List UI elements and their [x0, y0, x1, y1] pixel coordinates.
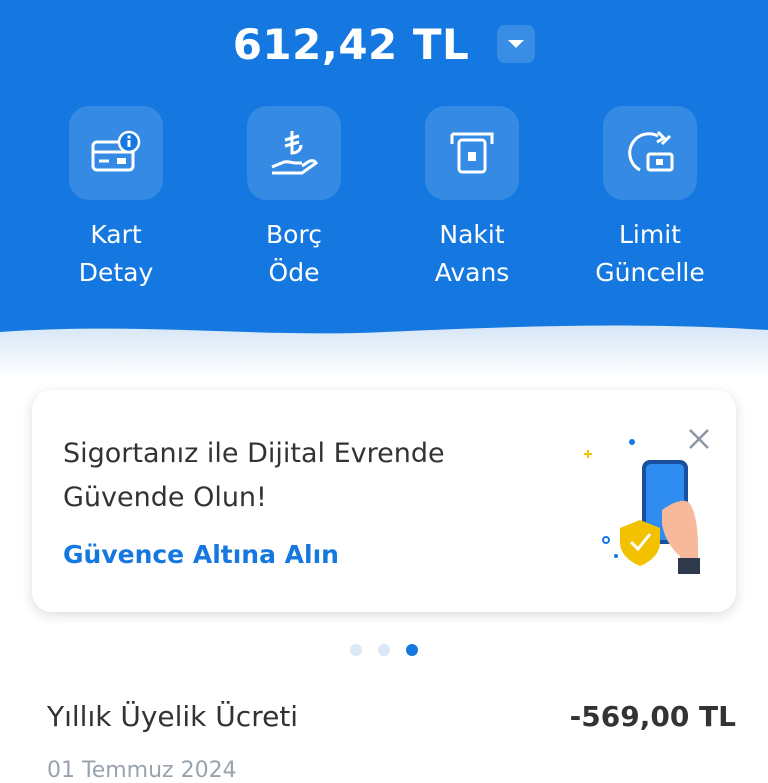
action-borc-ode[interactable]: Borç Öde: [209, 106, 379, 292]
action-label: Borç Öde: [266, 220, 322, 287]
lira-hand-icon: [271, 131, 319, 175]
action-tile[interactable]: [247, 106, 341, 200]
promo-link[interactable]: Güvence Altına Alın: [63, 540, 339, 569]
action-label: Nakit Avans: [434, 220, 510, 287]
atm-cash-icon: [450, 132, 494, 174]
carousel-indicator: [0, 644, 768, 656]
carousel-dot[interactable]: [378, 644, 390, 656]
phone-shield-illustration: [584, 439, 700, 574]
balance-amount: 612,42 TL: [232, 19, 470, 69]
chevron-down-icon: [508, 40, 525, 48]
action-tile[interactable]: [69, 106, 163, 200]
carousel-dot-active[interactable]: [406, 644, 418, 656]
header-wave: [0, 325, 768, 378]
balance-dropdown-button[interactable]: [497, 25, 536, 63]
promo-title: Sigortanız ile Dijital Evrende Güvende O…: [63, 438, 445, 513]
transaction-title: Yıllık Üyelik Ücreti: [47, 700, 299, 733]
transaction-amount: -569,00 TL: [569, 700, 736, 733]
action-nakit-avans[interactable]: Nakit Avans: [387, 106, 557, 292]
action-limit-guncelle[interactable]: Limit Güncelle: [565, 106, 735, 292]
card-info-icon: [91, 130, 141, 172]
balance-row: 612,42 TL: [0, 16, 768, 72]
promo-card[interactable]: Sigortanız ile Dijital Evrende Güvende O…: [32, 390, 736, 612]
carousel-dot[interactable]: [350, 644, 362, 656]
action-label: Limit Güncelle: [595, 220, 705, 287]
action-label: Kart Detay: [78, 220, 154, 287]
action-kart-detay[interactable]: Kart Detay: [31, 106, 201, 292]
transaction-date: 01 Temmuz 2024: [47, 758, 237, 783]
action-tile[interactable]: [425, 106, 519, 200]
limit-refresh-icon: [628, 130, 674, 172]
action-tile[interactable]: [603, 106, 697, 200]
